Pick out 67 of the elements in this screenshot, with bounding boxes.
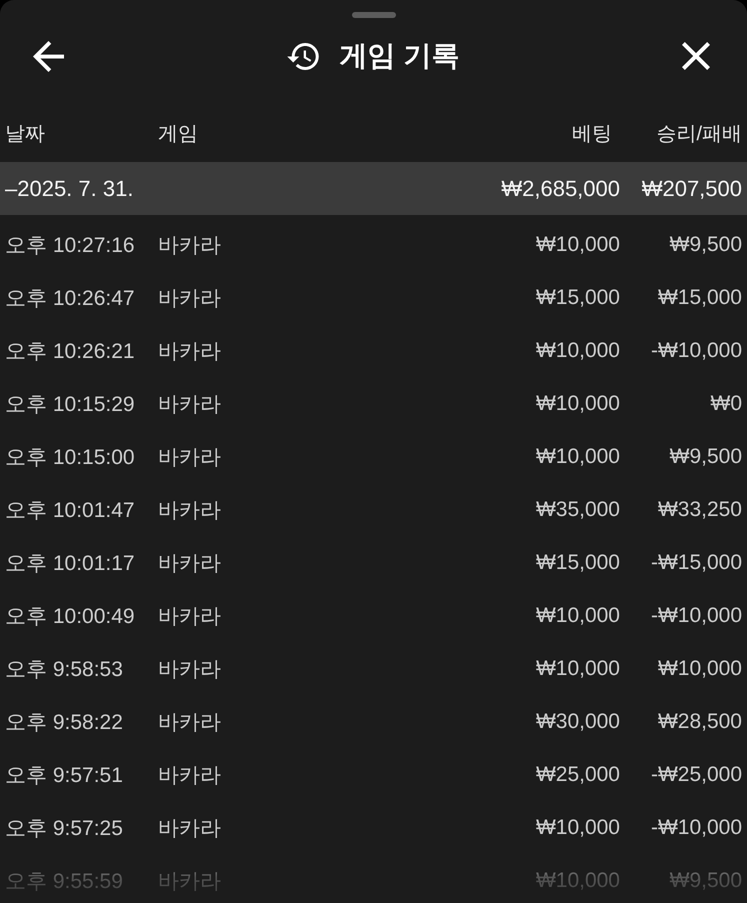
arrow-left-icon xyxy=(33,40,64,72)
close-icon xyxy=(682,42,710,70)
result-cell: -₩15,000 xyxy=(650,550,742,574)
back-button[interactable] xyxy=(33,40,64,72)
result-cell: -₩10,000 xyxy=(650,604,742,628)
time-cell-text: 오후 9:58:53 xyxy=(5,656,123,682)
time-cell-text: 오후 10:00:49 xyxy=(5,604,135,630)
game-cell-text: 바카라 xyxy=(158,604,221,630)
result-cell: ₩9,500 xyxy=(670,444,742,468)
game-cell-text: 바카라 xyxy=(158,550,221,576)
game-cell-text: 바카라 xyxy=(158,498,221,524)
bet-cell: ₩10,000 xyxy=(536,604,620,628)
game-cell-text: 바카라 xyxy=(158,232,221,258)
time-cell-text: 오후 10:01:17 xyxy=(5,550,135,576)
result-cell: -₩10,000 xyxy=(650,816,742,840)
column-header: 게임 xyxy=(158,122,198,146)
bet-cell: ₩10,000 xyxy=(536,656,620,680)
group-date: –2025. 7. 31. xyxy=(5,176,134,202)
bet-cell: ₩10,000 xyxy=(536,232,620,256)
result-cell: ₩28,500 xyxy=(658,710,742,734)
game-cell-text: 바카라 xyxy=(158,286,221,312)
game-cell-text: 바카라 xyxy=(158,392,221,418)
bet-cell: ₩10,000 xyxy=(536,338,620,362)
result-cell: -₩25,000 xyxy=(650,762,742,786)
bet-cell: ₩10,000 xyxy=(536,444,620,468)
time-cell-text: 오후 10:27:16 xyxy=(5,232,135,258)
result-cell: ₩9,500 xyxy=(670,232,742,256)
bet-cell: ₩35,000 xyxy=(536,498,620,522)
time-cell-text: 오후 10:26:47 xyxy=(5,286,135,312)
bet-cell: ₩10,000 xyxy=(536,816,620,840)
game-cell-text: 바카라 xyxy=(158,338,221,364)
time-cell-text: 오후 9:58:22 xyxy=(5,710,123,736)
time-cell-text: 오후 9:57:51 xyxy=(5,762,123,788)
time-cell-text: 오후 10:15:29 xyxy=(5,392,135,418)
result-cell: -₩10,000 xyxy=(650,338,742,362)
result-cell: ₩15,000 xyxy=(658,286,742,310)
history-icon xyxy=(286,42,319,70)
game-cell-text: 바카라 xyxy=(158,710,221,736)
group-header-row[interactable]: –2025. 7. 31. ₩2,685,000 ₩207,500 xyxy=(0,162,747,215)
game-cell-text: 바카라 xyxy=(158,868,221,894)
result-cell: ₩0 xyxy=(710,392,742,416)
group-bet-total: ₩2,685,000 xyxy=(501,176,620,202)
bet-cell: ₩15,000 xyxy=(536,550,620,574)
game-cell-text: 바카라 xyxy=(158,444,221,470)
time-cell-text: 오후 10:01:47 xyxy=(5,498,135,524)
bet-cell: ₩30,000 xyxy=(536,710,620,734)
time-cell-text: 오후 10:26:21 xyxy=(5,338,135,364)
result-cell: ₩33,250 xyxy=(658,498,742,522)
drag-handle[interactable] xyxy=(352,12,396,18)
column-header: 날짜 xyxy=(5,122,45,146)
close-button[interactable] xyxy=(682,42,710,70)
bet-cell: ₩25,000 xyxy=(536,762,620,786)
bet-cell: ₩10,000 xyxy=(536,392,620,416)
sheet-title: 게임 기록 xyxy=(340,39,460,73)
column-header: 승리/패배 xyxy=(656,122,742,146)
time-cell-text: 오후 9:57:25 xyxy=(5,816,123,842)
time-cell-text: 오후 9:55:59 xyxy=(5,868,123,894)
bet-cell: ₩15,000 xyxy=(536,286,620,310)
bet-cell: ₩10,000 xyxy=(536,868,620,892)
time-cell-text: 오후 10:15:00 xyxy=(5,444,135,470)
game-cell-text: 바카라 xyxy=(158,762,221,788)
group-result-total: ₩207,500 xyxy=(642,176,742,202)
result-cell: ₩9,500 xyxy=(670,868,742,892)
game-cell-text: 바카라 xyxy=(158,656,221,682)
result-cell: ₩10,000 xyxy=(658,656,742,680)
column-header: 베팅 xyxy=(572,122,612,146)
game-cell-text: 바카라 xyxy=(158,816,221,842)
